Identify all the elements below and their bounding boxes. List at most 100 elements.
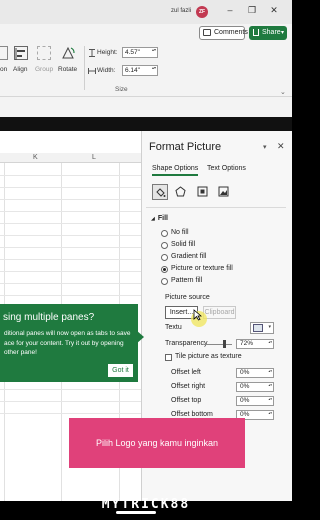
grid-line [0, 223, 141, 224]
texture-label: Textu [165, 324, 182, 331]
fill-line-tab[interactable] [152, 184, 168, 200]
column-header-k[interactable]: K [33, 154, 38, 161]
offset-bottom-value: 0% [240, 411, 250, 418]
radio-button-selected[interactable] [161, 266, 168, 273]
title-bar: zul fazli ZF – ❐ ✕ [0, 0, 292, 24]
caption-banner: Pilih Logo yang kamu inginkan [69, 418, 245, 468]
grid-line [0, 175, 141, 176]
share-label: Share [262, 29, 281, 36]
tab-text-options[interactable]: Text Options [207, 165, 246, 172]
grid-line [0, 413, 141, 414]
grid-line [0, 199, 141, 200]
comments-button[interactable]: Comments [199, 26, 248, 40]
collapse-arrow-icon: ◢ [151, 216, 155, 222]
radio-button[interactable] [161, 254, 168, 261]
width-input[interactable]: 6.14" ▴▾ [122, 65, 158, 76]
picture-tab[interactable] [216, 184, 232, 200]
tile-checkbox[interactable] [165, 354, 172, 361]
offset-bottom-label: Offset bottom [171, 411, 213, 418]
width-label: Width: [97, 67, 116, 74]
offset-left-spinner[interactable]: ▴▾ [268, 369, 272, 373]
height-icon [89, 49, 95, 57]
radio-button[interactable] [161, 242, 168, 249]
comments-label: Comments [214, 29, 248, 36]
width-value: 6.14" [125, 67, 140, 74]
minimize-button[interactable]: – [224, 5, 236, 15]
transparency-spinner[interactable]: ▴▾ [268, 340, 272, 344]
screen-bezel [0, 117, 292, 131]
slider-thumb[interactable] [223, 340, 227, 348]
column-header-row: K L [0, 153, 141, 163]
pane-divider [146, 207, 286, 208]
pane-title: Format Picture [149, 141, 222, 153]
texture-dropdown[interactable]: ▾ [250, 322, 274, 334]
close-window-button[interactable]: ✕ [268, 5, 280, 16]
height-spinner[interactable]: ▴▾ [152, 47, 156, 53]
screen: zul fazli ZF – ❐ ✕ Comments Share ▾ on A… [0, 0, 292, 520]
size-properties-tab[interactable] [195, 184, 211, 200]
radio-label: Solid fill [171, 241, 196, 248]
tip-pointer [136, 330, 144, 344]
restore-button[interactable]: ❐ [246, 5, 258, 16]
column-header-l[interactable]: L [92, 154, 96, 161]
comment-icon [203, 29, 211, 36]
offset-top-value: 0% [240, 397, 250, 404]
size-properties-icon [197, 186, 208, 197]
tile-label: Tile picture as texture [175, 353, 242, 360]
height-input[interactable]: 4.57" ▴▾ [122, 47, 158, 58]
brand-watermark: MYTRICK88 [101, 497, 191, 512]
picture-icon [218, 186, 229, 197]
radio-label: No fill [171, 229, 189, 236]
effects-tab[interactable] [173, 184, 189, 200]
ribbon-separator [84, 46, 85, 90]
offset-top-spinner[interactable]: ▴▾ [268, 397, 272, 401]
radio-button[interactable] [161, 230, 168, 237]
radio-button[interactable] [161, 278, 168, 285]
fill-section-label: Fill [157, 215, 168, 222]
fill-section-header[interactable]: ◢ Fill [151, 215, 168, 222]
radio-label: Gradient fill [171, 253, 207, 260]
partial-button-label: on [0, 66, 8, 73]
rotate-icon[interactable] [60, 45, 76, 61]
pane-options-chevron-icon[interactable]: ▾ [263, 143, 267, 151]
height-value: 4.57" [125, 49, 140, 56]
share-button[interactable]: Share ▾ [249, 26, 287, 40]
radio-label: Pattern fill [171, 277, 203, 284]
tab-shape-options[interactable]: Shape Options [152, 165, 199, 176]
align-icon[interactable] [14, 46, 28, 60]
avatar[interactable]: ZF [196, 6, 208, 18]
grid-line [0, 235, 141, 236]
ribbon-expand-icon[interactable]: ⌄ [280, 88, 286, 96]
excel-ribbon-area: zul fazli ZF – ❐ ✕ Comments Share ▾ on A… [0, 0, 292, 117]
grid-line [0, 283, 141, 284]
grid-line [0, 271, 141, 272]
got-it-button[interactable]: Got it [108, 364, 133, 377]
offset-right-value: 0% [240, 383, 250, 390]
pentagon-icon [175, 186, 186, 197]
mouse-cursor-icon [193, 309, 202, 321]
offset-right-spinner[interactable]: ▴▾ [268, 383, 272, 387]
align-label[interactable]: Align [13, 66, 27, 73]
grid-line [0, 259, 141, 260]
rotate-label[interactable]: Rotate [58, 66, 77, 73]
grid-line [0, 295, 141, 296]
height-label: Height: [97, 49, 118, 56]
transparency-slider[interactable] [204, 340, 232, 348]
user-name: zul fazli [171, 8, 192, 14]
video-progress-bar [116, 511, 156, 514]
clipboard-button: Clipboard [203, 306, 236, 319]
offset-top-input[interactable]: 0% ▴▾ [236, 396, 274, 406]
group-label: Group [35, 66, 54, 73]
offset-bottom-spinner[interactable]: ▴▾ [268, 411, 272, 415]
transparency-input[interactable]: 72% ▴▾ [236, 339, 274, 349]
grid-line [0, 211, 141, 212]
offset-right-input[interactable]: 0% ▴▾ [236, 382, 274, 392]
arrange-icon[interactable] [0, 46, 8, 60]
size-group-label: Size [115, 86, 128, 93]
chevron-down-icon[interactable]: ▾ [281, 26, 284, 40]
offset-top-label: Offset top [171, 397, 202, 404]
pane-close-button[interactable]: ✕ [277, 141, 285, 152]
ribbon-body: on Align Group Rotate Height: 4.57" ▴▾ W… [0, 42, 292, 97]
width-spinner[interactable]: ▴▾ [152, 65, 156, 71]
offset-left-input[interactable]: 0% ▴▾ [236, 368, 274, 378]
